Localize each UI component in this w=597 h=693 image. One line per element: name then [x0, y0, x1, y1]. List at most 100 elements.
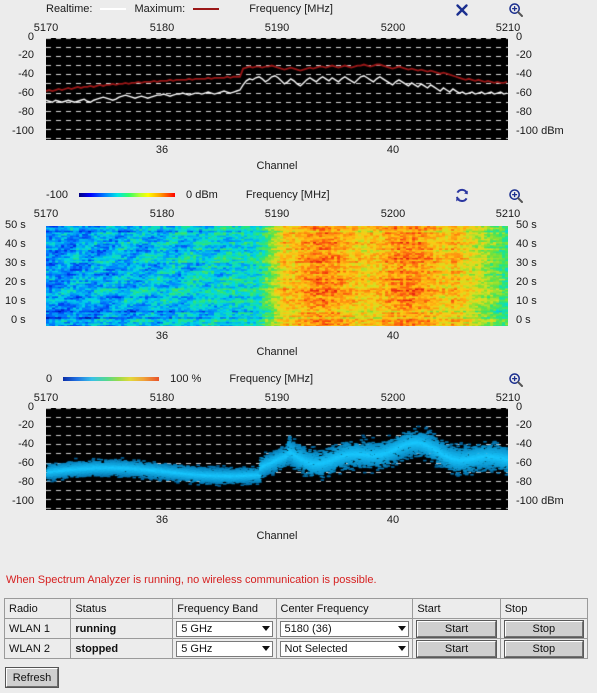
chart2-top-freq-ticks: 5170 5180 5190 5200 5210	[0, 208, 597, 222]
chart2-ytick-right: 0 s	[516, 314, 531, 326]
cell-status: stopped	[70, 638, 174, 659]
chart2-plot-area[interactable]	[46, 226, 508, 326]
chart1-ytick-left: -100	[11, 125, 34, 137]
center-frequency-value: 5180 (36)	[284, 622, 332, 635]
chart1-ytick-left: 0	[27, 31, 34, 43]
spectrum-warning-message: When Spectrum Analyzer is running, no wi…	[0, 570, 597, 590]
chart3-freq-tick: 5200	[380, 392, 406, 404]
chevron-down-icon	[261, 626, 270, 631]
warning-text: When Spectrum Analyzer is running, no wi…	[6, 574, 377, 586]
col-frequency-band: Frequency Band	[172, 598, 277, 619]
zoom-in-icon[interactable]	[507, 1, 525, 19]
cell-start: Start	[412, 618, 501, 639]
chevron-down-icon	[398, 646, 407, 651]
chart1-freq-tick: 5170	[33, 22, 59, 34]
start-button-wlan2[interactable]: Start	[416, 639, 497, 658]
spectrum-analyzer-page: Realtime: Maximum: Frequency [MHz] 5170 …	[0, 0, 597, 693]
chart1-ytick-right: -80	[516, 106, 532, 118]
chart1-channel-tick: 40	[386, 144, 400, 156]
table-row: WLAN 1 running 5 GHz 5180 (36) Start Sto…	[3, 618, 589, 639]
waterfall-icon-group	[453, 187, 525, 205]
chart1-ytick-right: 0	[516, 31, 523, 43]
chart3-ytick-left: -40	[18, 438, 34, 450]
chart3-ytick-left: -60	[18, 457, 34, 469]
center-frequency-value: Not Selected	[284, 642, 348, 655]
chart1-ytick-left: -40	[18, 68, 34, 80]
density-chart: 0 100 % Frequency [MHz] 5170 5180 5190 5…	[0, 370, 597, 548]
waterfall-scale-max: 0 dBm	[186, 189, 218, 201]
radio-table: Radio Status Frequency Band Center Frequ…	[3, 598, 589, 659]
chart3-freq-tick: 5180	[149, 392, 175, 404]
chart3-ytick-right: -60	[516, 457, 532, 469]
frequency-band-select-wlan2[interactable]: 5 GHz	[176, 640, 273, 657]
chart1-channel-tick: 36	[155, 144, 169, 156]
waterfall-chart: -100 0 dBm Frequency [MHz] 5170 5180 519…	[0, 186, 597, 364]
legend-realtime-label: Realtime:	[46, 3, 93, 15]
legend-maximum-swatch	[193, 8, 220, 10]
refresh-button-label: Refresh	[12, 671, 52, 684]
chart2-ytick-right: 50 s	[516, 219, 537, 231]
zoom-in-icon[interactable]	[507, 187, 525, 205]
chart3-ytick-left: -80	[18, 476, 34, 488]
chart2-ytick-right: 40 s	[516, 238, 537, 250]
chart2-freq-tick: 5200	[380, 208, 406, 220]
chart2-ytick-left: 30 s	[5, 257, 26, 269]
chevron-down-icon	[261, 646, 270, 651]
density-header: 0 100 % Frequency [MHz]	[0, 370, 597, 392]
chart1-plot-row: 0 -20 -40 -60 -80 -100 0 -20 -40 -60 -80…	[0, 31, 597, 144]
chart3-canvas	[46, 408, 508, 510]
start-button-wlan1[interactable]: Start	[416, 619, 497, 638]
col-center-frequency: Center Frequency	[275, 598, 414, 619]
chart2-ytick-left: 0 s	[11, 314, 26, 326]
spectrum-trace-header: Realtime: Maximum: Frequency [MHz]	[0, 0, 597, 22]
frequency-axis-title-3: Frequency [MHz]	[229, 373, 314, 385]
cell-frequency-band: 5 GHz	[172, 618, 277, 639]
chart3-freq-tick: 5170	[33, 392, 59, 404]
density-colorbar-legend: 0 100 % Frequency [MHz]	[46, 373, 313, 385]
stop-button-wlan2[interactable]: Stop	[503, 639, 585, 658]
close-icon[interactable]	[453, 1, 471, 19]
frequency-band-select-wlan1[interactable]: 5 GHz	[176, 620, 273, 637]
stop-button-wlan1[interactable]: Stop	[503, 619, 585, 638]
chart3-freq-tick: 5190	[264, 392, 290, 404]
spectrum-trace-icon-group	[453, 1, 525, 19]
cell-frequency-band: 5 GHz	[172, 638, 277, 659]
chevron-down-icon	[398, 626, 407, 631]
chart1-freq-tick: 5190	[264, 22, 290, 34]
legend-maximum-label: Maximum:	[134, 3, 186, 15]
chart1-top-freq-ticks: 5170 5180 5190 5200 5210	[0, 22, 597, 36]
chart2-canvas	[46, 226, 508, 326]
frequency-axis-title-2: Frequency [MHz]	[245, 189, 330, 201]
chart2-ytick-right: 30 s	[516, 257, 537, 269]
chart1-plot-area[interactable]	[46, 38, 508, 140]
chart1-canvas	[46, 38, 508, 140]
cell-stop: Stop	[499, 638, 589, 659]
start-button-label: Start	[444, 622, 469, 635]
chart1-x-axis-title-wrap: Channel	[0, 160, 554, 178]
frequency-axis-title-1: Frequency [MHz]	[249, 3, 333, 15]
waterfall-header: -100 0 dBm Frequency [MHz]	[0, 186, 597, 208]
spectrum-trace-legend: Realtime: Maximum: Frequency [MHz]	[46, 3, 333, 15]
chart3-x-axis-title: Channel	[256, 530, 298, 542]
chart3-ytick-right: -40	[516, 438, 532, 450]
refresh-button[interactable]: Refresh	[5, 667, 59, 688]
chart1-ytick-left: -60	[18, 87, 34, 99]
chart3-channel-tick: 36	[155, 514, 169, 526]
chart3-plot-area[interactable]	[46, 408, 508, 510]
center-frequency-select-wlan1[interactable]: 5180 (36)	[279, 620, 410, 637]
chart1-ytick-right: -60	[516, 87, 532, 99]
chart1-x-axis-title: Channel	[256, 160, 298, 172]
chart2-channel-tick: 36	[155, 330, 169, 342]
cell-status: running	[70, 618, 174, 639]
chart1-ytick-right: -100 dBm	[516, 125, 564, 137]
zoom-in-icon[interactable]	[507, 371, 525, 389]
stop-button-label: Stop	[532, 622, 556, 635]
chart2-plot-row: 50 s 40 s 30 s 20 s 10 s 0 s 50 s 40 s 3…	[0, 219, 597, 330]
chart1-freq-tick: 5180	[149, 22, 175, 34]
refresh-icon[interactable]	[453, 187, 471, 205]
center-frequency-select-wlan2[interactable]: Not Selected	[279, 640, 410, 657]
density-icon-group	[507, 371, 525, 389]
chart3-ytick-right: -100 dBm	[516, 495, 564, 507]
chart2-ytick-left: 20 s	[5, 276, 26, 288]
chart1-freq-tick: 5200	[380, 22, 406, 34]
